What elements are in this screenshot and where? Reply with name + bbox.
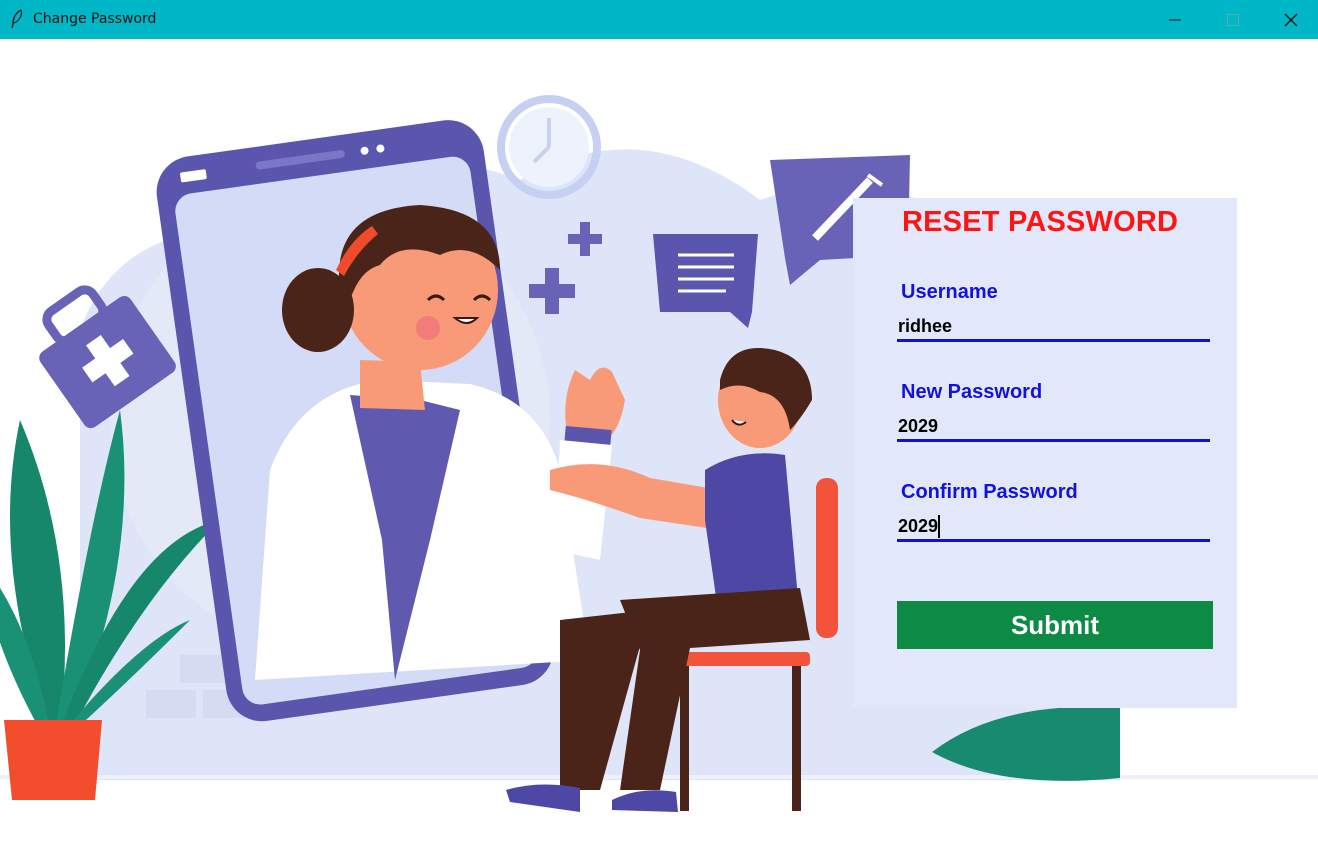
window-title: Change Password [33, 11, 157, 27]
username-input[interactable] [897, 313, 1210, 342]
feather-icon [11, 9, 23, 29]
form-heading: RESET PASSWORD [902, 206, 1179, 238]
close-icon [1284, 13, 1298, 27]
new-password-input[interactable] [897, 413, 1210, 442]
maximize-icon [1227, 14, 1239, 26]
username-label: Username [901, 281, 998, 303]
confirm-password-input[interactable] [897, 513, 1210, 542]
title-bar: Change Password [0, 0, 1318, 39]
new-password-label: New Password [901, 381, 1043, 403]
minimize-button[interactable] [1146, 0, 1204, 39]
confirm-password-label: Confirm Password [901, 481, 1078, 503]
minimize-icon [1169, 19, 1181, 21]
submit-button[interactable]: Submit [897, 601, 1213, 649]
text-caret [938, 515, 940, 538]
close-button[interactable] [1262, 0, 1318, 39]
maximize-button[interactable] [1204, 0, 1262, 39]
